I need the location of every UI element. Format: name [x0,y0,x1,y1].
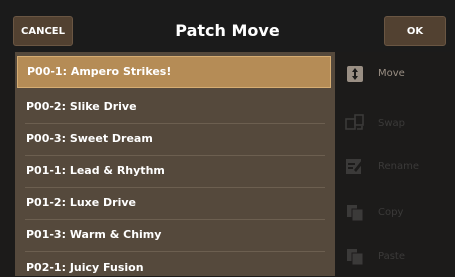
patch-row[interactable]: P01-1: Lead & Rhythm [15,155,335,187]
paste-label: Paste [378,251,405,262]
paste-button[interactable]: Paste [337,237,455,277]
swap-icon [345,114,365,134]
patch-row[interactable]: P01-3: Warm & Chimy [15,219,335,251]
ok-button[interactable]: OK [384,16,446,46]
patch-list: P00-1: Ampero Strikes! P00-2: Slike Driv… [15,52,335,276]
cancel-button[interactable]: CANCEL [13,16,73,46]
swap-button[interactable]: Swap [337,104,455,144]
move-button[interactable]: Move [337,54,455,94]
rename-icon [345,157,365,177]
header-bar: CANCEL Patch Move OK [0,0,455,60]
copy-button[interactable]: Copy [337,193,455,233]
patch-row[interactable]: P00-3: Sweet Dream [15,123,335,155]
copy-icon [345,203,365,223]
paste-icon [345,247,365,267]
copy-label: Copy [378,207,404,218]
patch-row[interactable]: P00-2: Slike Drive [15,91,335,123]
move-icon [345,64,365,84]
patch-row[interactable]: P02-1: Juicy Fusion [15,252,335,276]
swap-label: Swap [378,118,406,129]
action-sidebar: Move Swap Rename Copy Paste [337,52,455,276]
move-label: Move [378,68,405,79]
rename-button[interactable]: Rename [337,147,455,187]
page-title: Patch Move [175,21,280,40]
rename-label: Rename [378,161,420,172]
patch-row[interactable]: P01-2: Luxe Drive [15,187,335,219]
patch-row-selected[interactable]: P00-1: Ampero Strikes! [17,56,331,88]
